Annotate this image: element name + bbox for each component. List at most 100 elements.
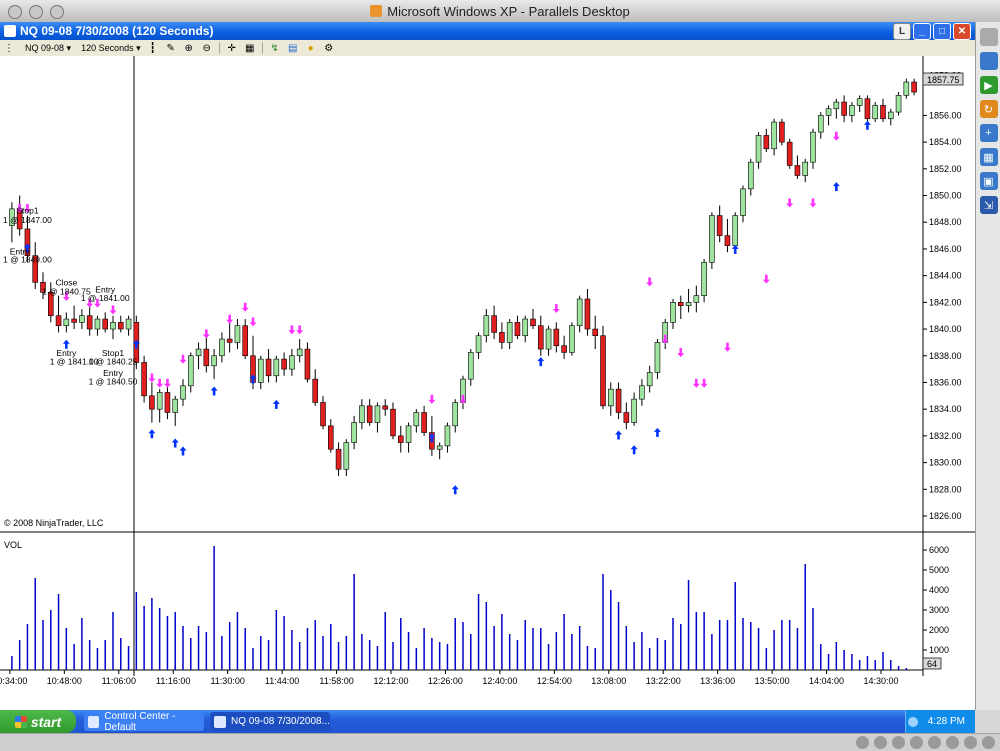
candle-body — [553, 328, 560, 347]
device-icon[interactable] — [928, 736, 941, 749]
fullscreen-icon[interactable]: ⇲ — [979, 196, 998, 214]
candle-body — [732, 215, 739, 246]
chart-trader-icon[interactable]: ▤ — [287, 42, 299, 54]
zoom-out-icon[interactable]: ⊖ — [201, 42, 213, 54]
device-icon[interactable] — [856, 736, 869, 749]
mac-window-controls[interactable] — [8, 5, 64, 19]
price-tick-label: 1830.00 — [929, 458, 962, 468]
candle-body — [343, 442, 350, 470]
candle-body — [709, 215, 715, 263]
candle-body — [779, 121, 785, 143]
add-icon[interactable]: + — [979, 124, 998, 142]
settings-icon[interactable]: ⚙ — [323, 42, 335, 54]
strategies-icon[interactable]: ↯ — [269, 42, 281, 54]
chart-area[interactable]: Stop1 1 @ 1847.00 Entry 1 @ 1849.00 Close 1 @… — [0, 56, 975, 710]
bar-type-icon[interactable]: ┇ — [147, 42, 159, 54]
trade-label: 1 @ 1840.25 — [89, 356, 138, 366]
candle-body — [265, 358, 272, 377]
candle-body — [172, 398, 179, 413]
interval-label: 120 Seconds — [81, 42, 134, 53]
candle-body — [242, 325, 249, 357]
candle-body — [903, 81, 910, 96]
candle-body — [569, 325, 575, 353]
candle-body — [537, 325, 544, 350]
mac-zoom-button[interactable] — [50, 5, 64, 19]
play-icon[interactable]: ▶ — [979, 76, 998, 94]
candle-body — [327, 425, 334, 450]
time-tick-label: 13:08:00 — [591, 676, 626, 686]
candle-body — [654, 342, 661, 373]
time-tick-label: 13:36:00 — [700, 676, 735, 686]
time-tick-label: 12:40:00 — [482, 676, 517, 686]
tray-icon[interactable] — [907, 716, 918, 727]
system-tray: 4:28 PM — [905, 710, 975, 733]
chart-window-title: NQ 09-08 7/30/2008 (120 Seconds) — [20, 24, 214, 38]
candle-body — [545, 328, 552, 350]
price-tick-label: 1836.00 — [929, 377, 962, 387]
mac-minimize-button[interactable] — [29, 5, 43, 19]
link-button[interactable]: L — [893, 23, 911, 40]
device-icon[interactable] — [874, 736, 887, 749]
chart-window-icon — [4, 25, 16, 37]
device-icon[interactable] — [910, 736, 923, 749]
taskbar-item-chart[interactable]: NQ 09-08 7/30/2008... — [210, 712, 330, 731]
candle-body — [164, 392, 171, 413]
zoom-in-icon[interactable]: ⊕ — [183, 42, 195, 54]
price-tick-label: 1826.00 — [929, 511, 962, 521]
candle-body — [382, 405, 389, 410]
trade-label: 1 @ 1849.00 — [3, 254, 52, 264]
properties-icon[interactable]: ▦ — [244, 42, 256, 54]
mac-close-button[interactable] — [8, 5, 22, 19]
crosshair-icon[interactable]: ✛ — [226, 42, 238, 54]
time-tick-label: 11:58:00 — [319, 676, 353, 686]
volume-tick-label: 1000 — [929, 645, 949, 655]
grid-icon[interactable]: ▦ — [979, 148, 998, 166]
current-price-label: 1857.75 — [927, 75, 960, 85]
volume-tick-label: 3000 — [929, 605, 949, 615]
mac-status-strip — [0, 733, 1000, 751]
interval-selector[interactable]: 120 Seconds ▾ — [78, 43, 144, 54]
candle-body — [483, 315, 490, 337]
candle-body — [786, 141, 793, 166]
candle-body — [102, 318, 109, 330]
candle-body — [685, 302, 692, 306]
candle-body — [226, 338, 233, 343]
device-icon[interactable] — [946, 736, 959, 749]
trade-label: 1 @ 1841.00 — [81, 293, 130, 303]
minimize-button[interactable]: _ — [913, 23, 931, 40]
candle-body — [467, 352, 474, 380]
candle-body — [716, 215, 723, 236]
candle-body — [530, 318, 536, 327]
pencil-icon[interactable]: ✎ — [165, 42, 177, 54]
instrument-selector[interactable]: NQ 09-08 ▾ — [22, 43, 74, 54]
candle-body — [413, 412, 420, 427]
close-button[interactable]: ✕ — [953, 23, 971, 40]
apple-icon[interactable] — [979, 28, 998, 46]
chevron-down-icon: ▾ — [136, 42, 141, 53]
device-icon[interactable] — [982, 736, 995, 749]
candle-body — [514, 322, 521, 337]
price-tick-label: 1850.00 — [929, 191, 962, 201]
candle-body — [187, 355, 194, 387]
coherence-icon[interactable] — [979, 52, 998, 70]
parallels-title-bar: Microsoft Windows XP - Parallels Desktop — [0, 0, 1000, 23]
copyright-text: © 2008 NinjaTrader, LLC — [4, 518, 104, 528]
price-chart-svg[interactable]: Stop11 @ 1847.00Entry1 @ 1849.00Close1 @… — [0, 56, 975, 710]
candle-body — [117, 322, 124, 330]
current-volume-label: 64 — [927, 659, 937, 669]
price-tick-label: 1838.00 — [929, 351, 962, 361]
refresh-icon[interactable]: ↻ — [979, 100, 998, 118]
money-icon[interactable]: ● — [305, 42, 317, 54]
toolbar-divider — [218, 42, 220, 54]
chart-toolbar: ⋮ NQ 09-08 ▾ 120 Seconds ▾ ┇ ✎ ⊕ ⊖ ✛ ▦ ↯… — [0, 40, 975, 57]
device-icon[interactable] — [964, 736, 977, 749]
maximize-button[interactable]: □ — [933, 23, 951, 40]
candle-body — [71, 318, 77, 323]
device-icon[interactable] — [892, 736, 905, 749]
candle-body — [436, 445, 443, 450]
taskbar-item-control-center[interactable]: Control Center - Default — [84, 711, 204, 733]
screenshot-icon[interactable]: ▣ — [979, 172, 998, 190]
candle-body — [670, 302, 676, 323]
start-button[interactable]: start — [0, 710, 76, 733]
parallels-side-panel: ▶ ↻ + ▦ ▣ ⇲ — [975, 22, 1000, 710]
